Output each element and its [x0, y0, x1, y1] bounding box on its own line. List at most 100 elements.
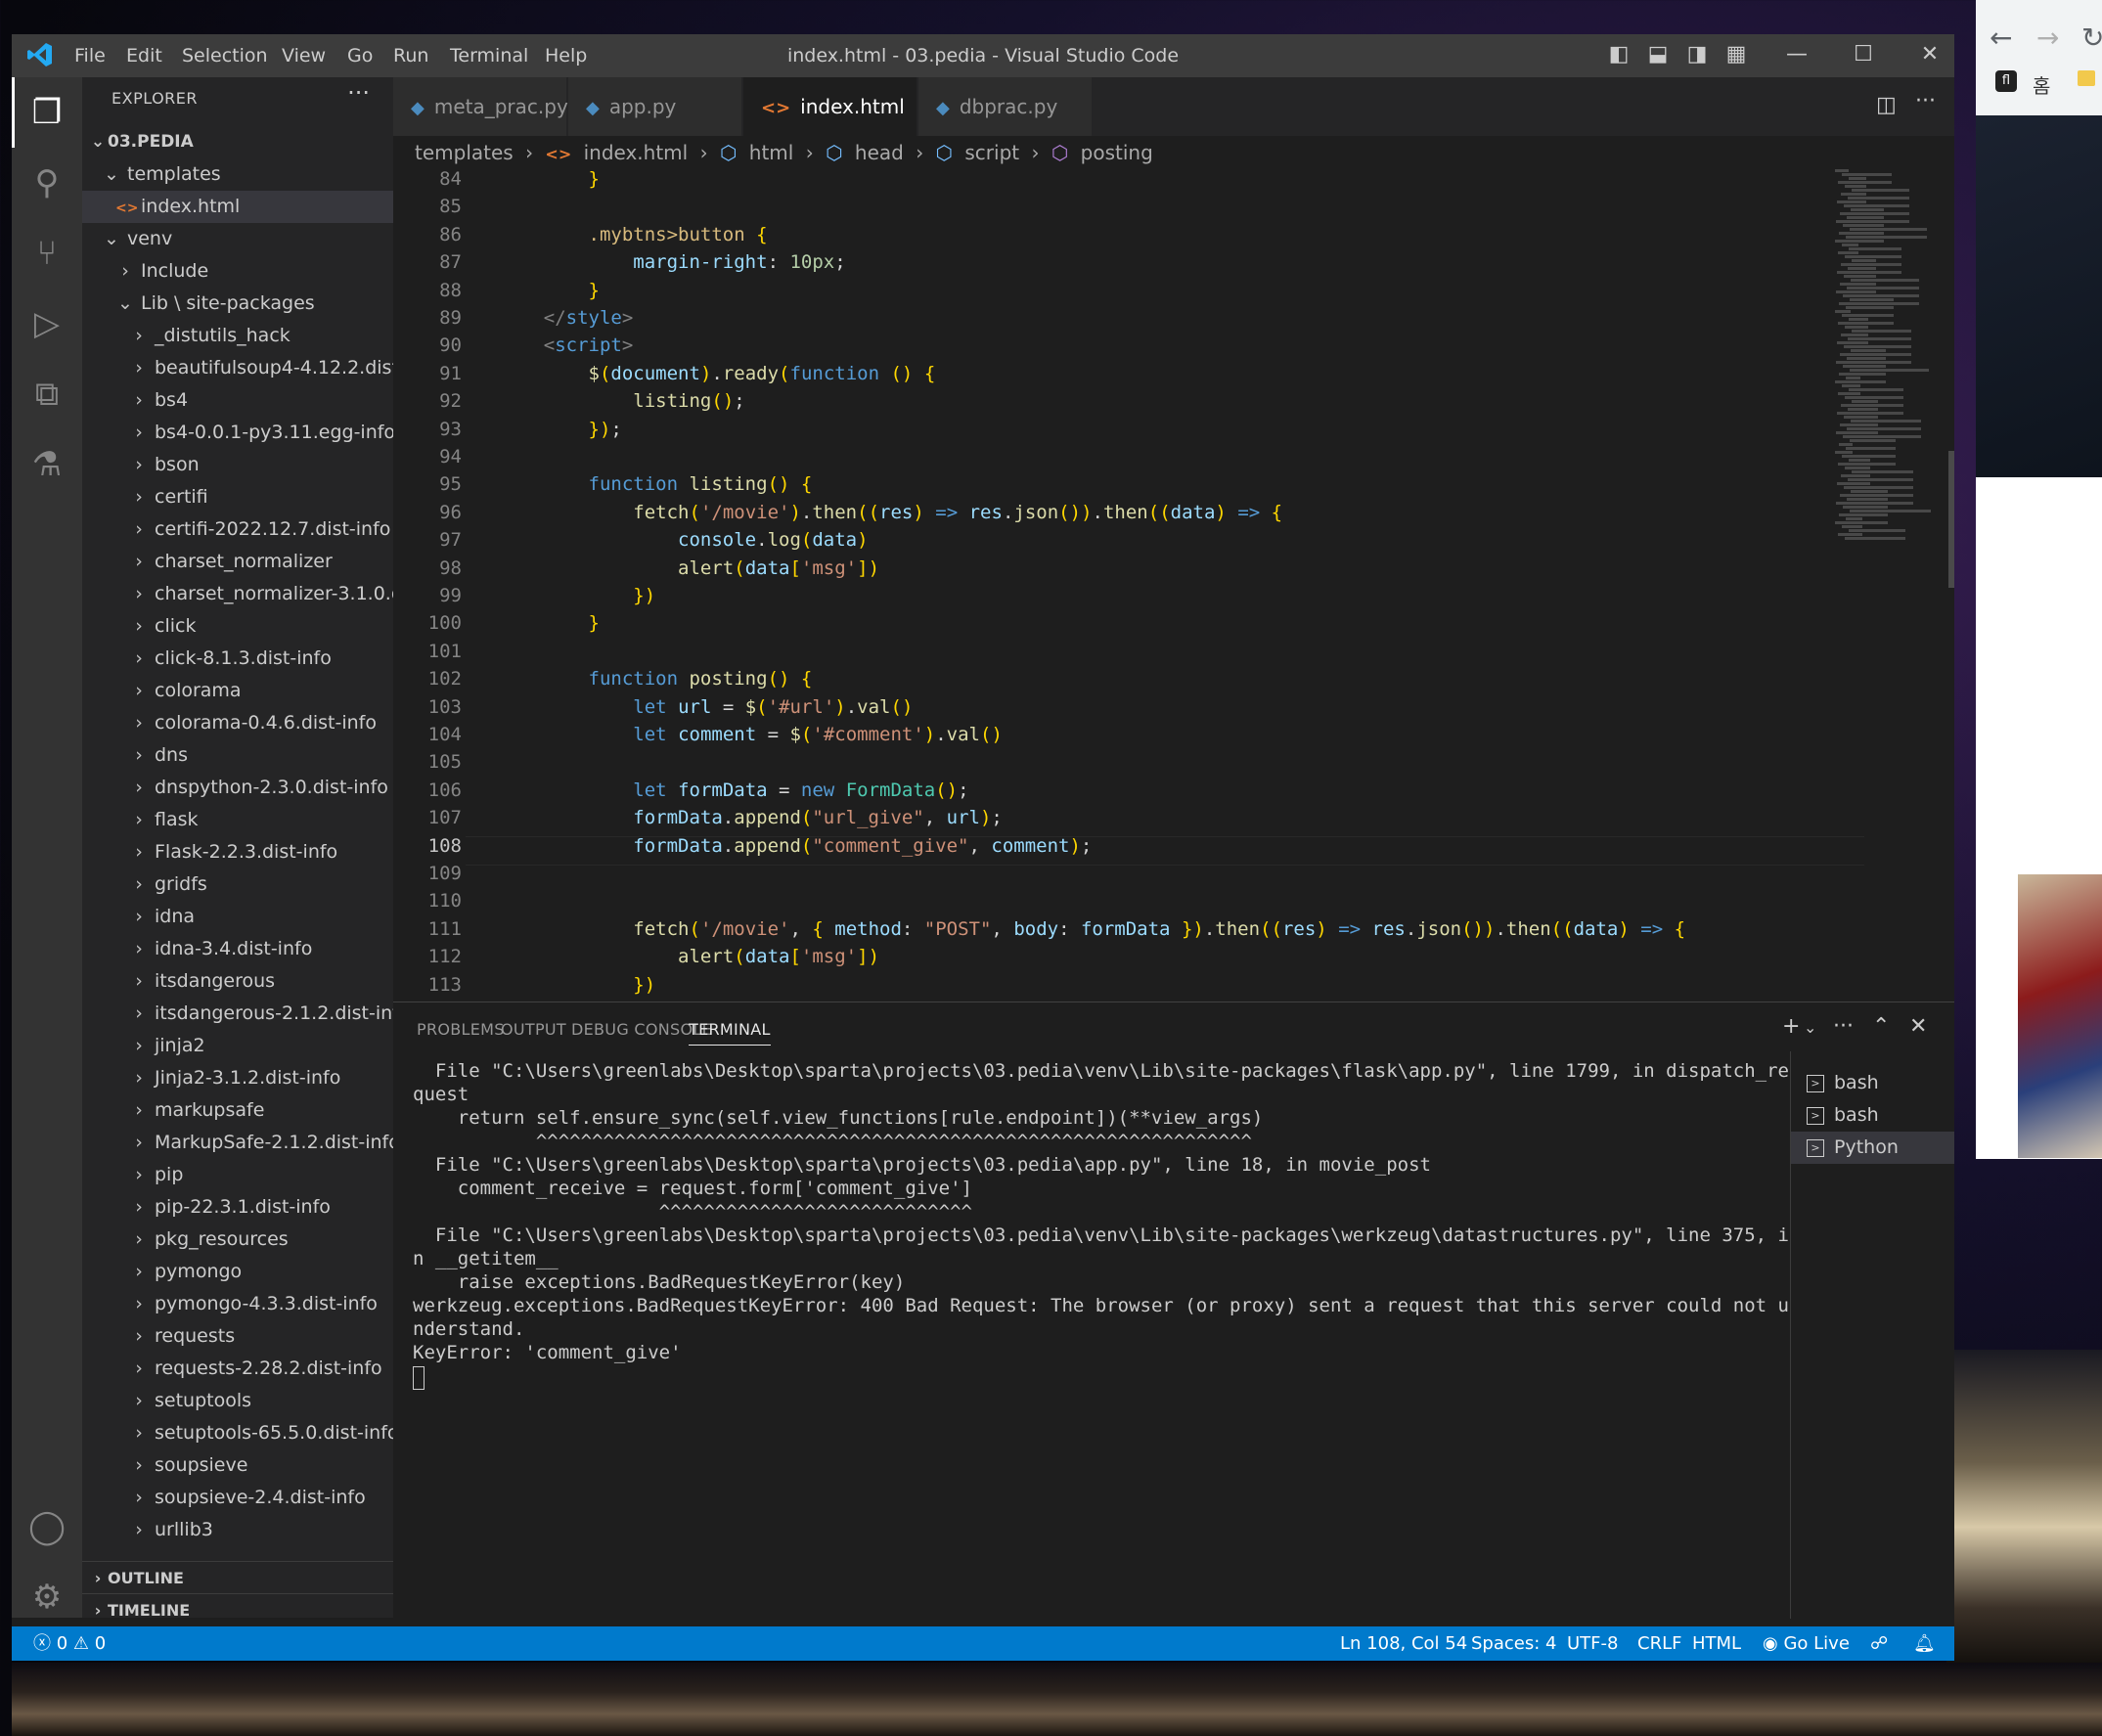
tree-folder[interactable]: › setuptools-65.5.0.dist-info — [82, 1417, 393, 1449]
tree-folder[interactable]: › requests-2.28.2.dist-info — [82, 1353, 393, 1385]
back-icon[interactable]: ← — [1990, 22, 2012, 54]
tree-folder[interactable]: › Include — [82, 255, 393, 288]
tree-folder[interactable]: › dns — [82, 739, 393, 772]
language-mode[interactable]: HTML — [1692, 1626, 1741, 1661]
tree-folder[interactable]: › pymongo — [82, 1256, 393, 1288]
forward-icon[interactable]: → — [2036, 22, 2059, 54]
menu-run[interactable]: Run — [393, 45, 428, 67]
tree-folder[interactable]: › pkg_resources — [82, 1224, 393, 1256]
tree-folder[interactable]: › colorama — [82, 675, 393, 707]
tree-folder[interactable]: › bs4-0.0.1-py3.11.egg-info — [82, 417, 393, 449]
close-window-icon[interactable]: ✕ — [1917, 42, 1943, 67]
tree-folder[interactable]: › gridfs — [82, 868, 393, 901]
maximize-panel-icon[interactable]: ⌃ — [1872, 1014, 1890, 1039]
tree-folder[interactable]: › Flask-2.2.3.dist-info — [82, 836, 393, 868]
tree-folder[interactable]: › idna-3.4.dist-info — [82, 933, 393, 965]
tree-folder[interactable]: › setuptools — [82, 1385, 393, 1417]
tree-folder[interactable]: › certifi-2022.12.7.dist-info — [82, 513, 393, 546]
tree-folder[interactable]: › pip-22.3.1.dist-info — [82, 1191, 393, 1224]
code-editor[interactable]: 84 85 86 87 88 89 90 91 92 93 94 95 96 97 98 99 100 101 10… — [393, 169, 1954, 1002]
tree-folder[interactable]: › urllib3 — [82, 1514, 393, 1546]
new-terminal-icon[interactable]: + — [1782, 1014, 1800, 1039]
toggle-primary-sidebar-icon[interactable]: ◧ — [1606, 42, 1632, 67]
menu-go[interactable]: Go — [347, 45, 373, 67]
tree-folder[interactable]: › pymongo-4.3.3.dist-info — [82, 1288, 393, 1320]
tree-folder[interactable]: › colorama-0.4.6.dist-info — [82, 707, 393, 739]
terminal-item-python[interactable]: > Python — [1791, 1132, 1954, 1164]
cursor-position[interactable]: Ln 108, Col 54 — [1340, 1626, 1467, 1661]
explorer-root-folder[interactable]: ⌄ 03.PEDIA — [82, 126, 393, 158]
menu-edit[interactable]: Edit — [126, 45, 162, 67]
tab-output[interactable]: OUTPUT — [501, 1020, 566, 1039]
breadcrumb-item[interactable]: index.html — [584, 141, 689, 164]
tree-folder[interactable]: › click-8.1.3.dist-info — [82, 643, 393, 675]
tree-folder[interactable]: › click — [82, 610, 393, 643]
tree-folder[interactable]: › _distutils_hack — [82, 320, 393, 352]
feedback-icon[interactable]: ☍ — [1870, 1626, 1888, 1661]
tree-file[interactable]: <> index.html — [82, 191, 393, 223]
tree-folder[interactable]: › charset_normalizer — [82, 546, 393, 578]
tab-index-html[interactable]: <>index.html✕ — [743, 77, 935, 136]
split-editor-icon[interactable]: ◫ — [1876, 93, 1897, 117]
tab-problems[interactable]: PROBLEMS — [417, 1020, 505, 1039]
terminal-item-bash[interactable]: > bash — [1791, 1099, 1954, 1132]
breadcrumb-item[interactable]: head — [855, 141, 904, 164]
tree-folder[interactable]: › markupsafe — [82, 1094, 393, 1127]
panel-more-icon[interactable]: ··· — [1833, 1014, 1854, 1039]
run-debug-icon[interactable]: ▷ — [12, 289, 82, 359]
breadcrumb-item[interactable]: html — [749, 141, 794, 164]
editor-more-icon[interactable]: ··· — [1915, 89, 1936, 113]
tree-folder[interactable]: › idna — [82, 901, 393, 933]
tree-folder[interactable]: › soupsieve-2.4.dist-info — [82, 1482, 393, 1514]
menu-view[interactable]: View — [282, 45, 326, 67]
notifications-bell-icon[interactable]: 🔔︎ — [1913, 1626, 1936, 1661]
tab-dbprac[interactable]: ◆ dbprac.py — [918, 77, 1093, 136]
bookmark-folder-icon[interactable] — [2078, 70, 2095, 86]
problems-status[interactable]: ⓧ 0 ⚠ 0 — [33, 1626, 106, 1661]
tree-folder[interactable]: › itsdangerous — [82, 965, 393, 998]
manage-gear-icon[interactable]: ⚙ — [12, 1562, 82, 1632]
minimize-icon[interactable]: — — [1784, 42, 1810, 67]
tree-folder[interactable]: › jinja2 — [82, 1030, 393, 1062]
menu-selection[interactable]: Selection — [182, 45, 268, 67]
testing-icon[interactable]: ⚗ — [12, 429, 82, 500]
go-live-button[interactable]: ◉ Go Live — [1763, 1626, 1850, 1661]
customize-layout-icon[interactable]: ▦ — [1723, 42, 1749, 67]
tab-terminal[interactable]: TERMINAL — [689, 1020, 771, 1046]
chevron-down-icon[interactable]: ⌄ — [1804, 1018, 1816, 1037]
terminal-item-bash[interactable]: > bash — [1791, 1067, 1954, 1099]
close-panel-icon[interactable]: ✕ — [1909, 1014, 1927, 1039]
bookmark-home[interactable]: 홈 — [2033, 70, 2050, 99]
menu-help[interactable]: Help — [545, 45, 587, 67]
browser-window[interactable]: ← → ↻ fl 홈 — [1976, 0, 2102, 1159]
outline-section[interactable]: › OUTLINE — [82, 1561, 393, 1594]
indentation-status[interactable]: Spaces: 4 — [1471, 1626, 1556, 1661]
explorer-icon[interactable]: ❐ — [12, 77, 82, 148]
menu-file[interactable]: File — [74, 45, 106, 67]
toggle-panel-icon[interactable]: ⬓ — [1645, 42, 1671, 67]
tree-folder[interactable]: › dnspython-2.3.0.dist-info — [82, 772, 393, 804]
source-control-icon[interactable]: ⑂ — [12, 218, 82, 289]
tree-folder[interactable]: ⌄ Lib \ site-packages — [82, 288, 393, 320]
menu-terminal[interactable]: Terminal — [450, 45, 528, 67]
accounts-icon[interactable]: ◯ — [12, 1491, 82, 1562]
encoding-status[interactable]: UTF-8 — [1567, 1626, 1618, 1661]
maximize-icon[interactable]: ☐ — [1851, 42, 1876, 67]
tree-folder[interactable]: › MarkupSafe-2.1.2.dist-info — [82, 1127, 393, 1159]
tree-folder[interactable]: › charset_normalizer-3.1.0.d... — [82, 578, 393, 610]
breadcrumb-item[interactable]: templates — [415, 141, 514, 164]
tree-folder[interactable]: › certifi — [82, 481, 393, 513]
search-icon[interactable]: ⚲ — [12, 148, 82, 218]
tab-meta-prac[interactable]: ◆ meta_prac.py — [393, 77, 568, 136]
tree-folder[interactable]: › soupsieve — [82, 1449, 393, 1482]
terminal-output[interactable]: File "C:\Users\greenlabs\Desktop\sparta\… — [413, 1059, 1789, 1390]
tree-folder[interactable]: › pip — [82, 1159, 393, 1191]
explorer-more-icon[interactable]: ··· — [347, 79, 370, 107]
tree-folder[interactable]: ⌄ venv — [82, 223, 393, 255]
tab-app[interactable]: ◆ app.py — [568, 77, 742, 136]
breadcrumb-item[interactable]: posting — [1081, 141, 1153, 164]
tree-folder[interactable]: › beautifulsoup4-4.12.2.dist... — [82, 352, 393, 384]
minimap[interactable] — [1829, 169, 1946, 1002]
editor-scrollbar[interactable] — [1948, 451, 1954, 588]
tree-folder[interactable]: › bson — [82, 449, 393, 481]
